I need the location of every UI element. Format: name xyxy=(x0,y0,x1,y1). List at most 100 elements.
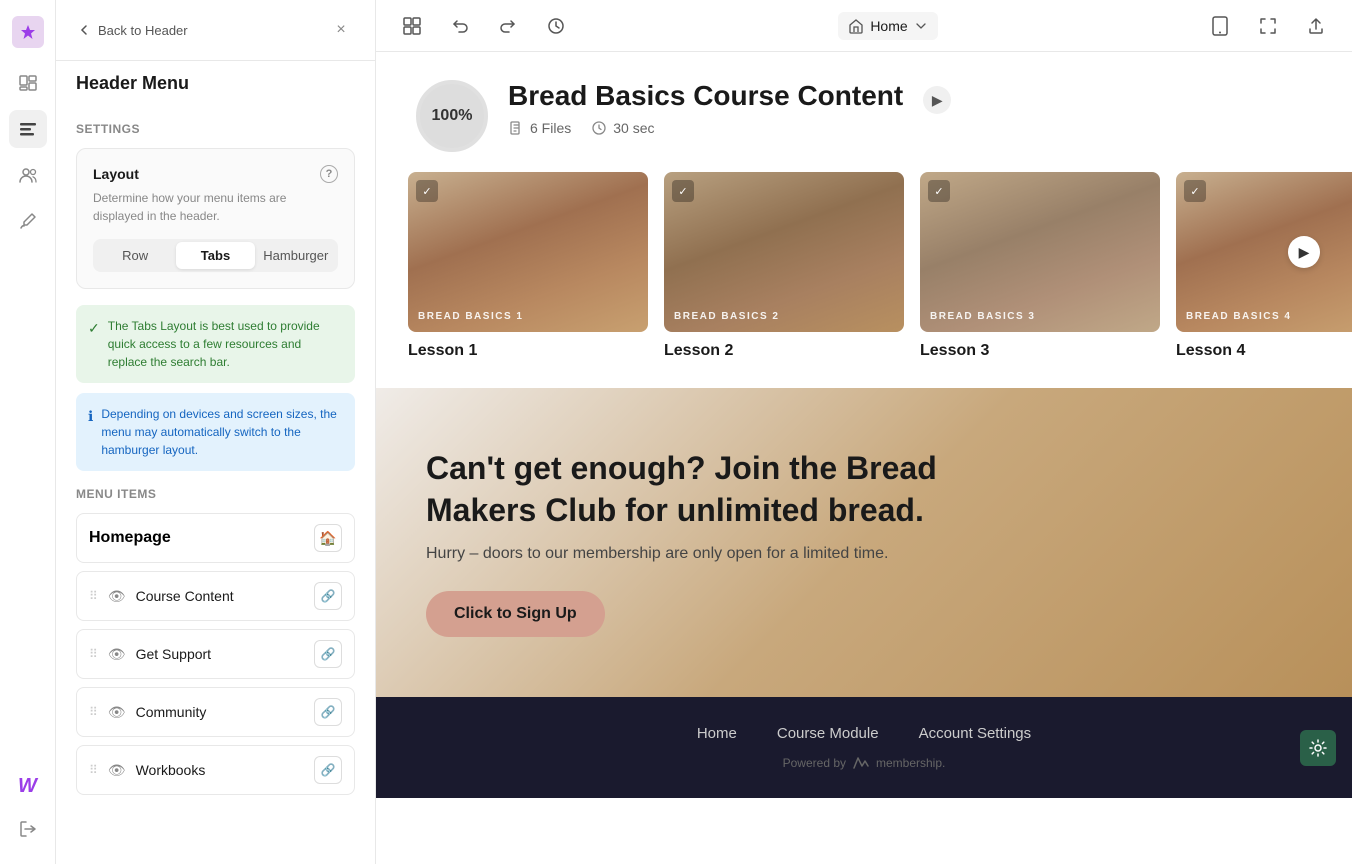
lesson-card-3[interactable]: BREAD BASICS 3 ✓ Lesson 3 xyxy=(920,172,1160,360)
toolbar-center: Home xyxy=(838,12,937,40)
footer-nav: Home Course Module Account Settings Powe… xyxy=(376,697,1352,798)
menu-item-community[interactable]: ⠿ 👁 Community 🔗 xyxy=(76,687,355,737)
cta-signup-button[interactable]: Click to Sign Up xyxy=(426,591,605,637)
layout-help-icon[interactable]: ? xyxy=(320,165,338,183)
course-meta: 6 Files 30 sec xyxy=(508,120,951,136)
lesson3-check: ✓ xyxy=(928,180,950,202)
course-content-label: Course Content xyxy=(136,588,304,604)
redo-button[interactable] xyxy=(492,10,524,42)
community-label: Community xyxy=(136,704,304,720)
back-button[interactable]: Back to Header xyxy=(76,22,188,38)
lesson2-thumb-label: BREAD BASICS 2 xyxy=(674,311,779,322)
panel-content: Settings Layout ? Determine how your men… xyxy=(56,106,375,864)
lesson1-check: ✓ xyxy=(416,180,438,202)
menu-item-homepage[interactable]: Homepage 🏠 xyxy=(76,513,355,563)
app-logo[interactable] xyxy=(12,16,44,48)
homepage-label: Homepage xyxy=(89,529,171,547)
menu-items-section: Menu Items Homepage 🏠 ⠿ 👁 Course Content… xyxy=(76,487,355,795)
main-toolbar: Home xyxy=(376,0,1352,52)
visibility-icon-support[interactable]: 👁 xyxy=(108,646,126,663)
logout-icon[interactable] xyxy=(9,810,47,848)
menu-item-get-support[interactable]: ⠿ 👁 Get Support 🔗 xyxy=(76,629,355,679)
menu-item-workbooks[interactable]: ⠿ 👁 Workbooks 🔗 xyxy=(76,745,355,795)
nav-users-icon[interactable] xyxy=(9,156,47,194)
workbooks-action-icon[interactable]: 🔗 xyxy=(314,756,342,784)
layout-switcher: Row Tabs Hamburger xyxy=(93,239,338,272)
visibility-icon-workbooks[interactable]: 👁 xyxy=(108,762,126,779)
layout-row-button[interactable]: Row xyxy=(96,242,174,269)
history-button[interactable] xyxy=(540,10,572,42)
files-meta: 6 Files xyxy=(508,120,571,136)
progress-circle: 100% xyxy=(416,80,488,152)
lesson-card-4[interactable]: BREAD BASICS 4 ✓ Lesson 4 xyxy=(1176,172,1352,360)
footer-course-module-link[interactable]: Course Module xyxy=(777,725,879,742)
share-button[interactable] xyxy=(1300,10,1332,42)
footer-account-settings-link[interactable]: Account Settings xyxy=(919,725,1032,742)
layout-hamburger-button[interactable]: Hamburger xyxy=(257,242,335,269)
lesson3-name: Lesson 3 xyxy=(920,342,1160,360)
course-header: 100% Bread Basics Course Content ▶ xyxy=(376,52,1352,172)
footer-settings-gear[interactable] xyxy=(1300,730,1336,766)
lesson4-check: ✓ xyxy=(1184,180,1206,202)
panel-header: Back to Header × xyxy=(56,0,375,61)
visibility-icon-community[interactable]: 👁 xyxy=(108,704,126,721)
nav-pages-icon[interactable] xyxy=(9,64,47,102)
toolbar-right xyxy=(1204,10,1332,42)
canvas-area[interactable]: 100% Bread Basics Course Content ▶ xyxy=(376,52,1352,864)
lesson-thumb-1: BREAD BASICS 1 ✓ xyxy=(408,172,648,332)
cta-banner: Can't get enough? Join the Bread Makers … xyxy=(376,388,1352,697)
course-next-button[interactable]: ▶ xyxy=(923,86,951,114)
panel-title: Header Menu xyxy=(56,61,375,106)
undo-button[interactable] xyxy=(444,10,476,42)
icon-sidebar: W xyxy=(0,0,56,864)
tabs-info-check-icon: ✓ xyxy=(88,318,100,339)
drag-handle-community: ⠿ xyxy=(89,705,98,719)
support-action-icon[interactable]: 🔗 xyxy=(314,640,342,668)
lesson-card-2[interactable]: BREAD BASICS 2 ✓ Lesson 2 xyxy=(664,172,904,360)
course-title: Bread Basics Course Content xyxy=(508,80,903,112)
lessons-next-arrow[interactable]: ▶ xyxy=(1288,236,1320,268)
lesson2-name: Lesson 2 xyxy=(664,342,904,360)
footer-home-link[interactable]: Home xyxy=(697,725,737,742)
lesson2-check: ✓ xyxy=(672,180,694,202)
workbooks-label: Workbooks xyxy=(136,762,304,778)
home-nav-button[interactable]: Home xyxy=(838,12,937,40)
footer-section: Home Course Module Account Settings Powe… xyxy=(376,697,1352,798)
canvas-content: 100% Bread Basics Course Content ▶ xyxy=(376,52,1352,864)
footer-powered-by: Powered by membership. xyxy=(416,756,1312,770)
course-action-icon[interactable]: 🔗 xyxy=(314,582,342,610)
nav-menu-icon[interactable] xyxy=(9,110,47,148)
footer-nav-links: Home Course Module Account Settings xyxy=(416,725,1312,742)
lesson4-thumb-label: BREAD BASICS 4 xyxy=(1186,311,1291,322)
layout-card-title: Layout ? xyxy=(93,165,338,183)
cta-subtext: Hurry – doors to our membership are only… xyxy=(426,545,1302,563)
menu-item-course-content[interactable]: ⠿ 👁 Course Content 🔗 xyxy=(76,571,355,621)
lesson4-name: Lesson 4 xyxy=(1176,342,1352,360)
visibility-icon-course[interactable]: 👁 xyxy=(108,588,126,605)
lessons-grid: BREAD BASICS 1 ✓ Lesson 1 BREAD BASICS 2 xyxy=(376,172,1352,388)
mobile-preview-button[interactable] xyxy=(1204,10,1236,42)
menu-items-label: Menu Items xyxy=(76,487,355,501)
cta-headline: Can't get enough? Join the Bread Makers … xyxy=(426,448,1026,531)
expand-button[interactable] xyxy=(1252,10,1284,42)
lesson-thumb-3: BREAD BASICS 3 ✓ xyxy=(920,172,1160,332)
lesson1-name: Lesson 1 xyxy=(408,342,648,360)
settings-panel: Back to Header × Header Menu Settings La… xyxy=(56,0,376,864)
close-panel-button[interactable]: × xyxy=(327,16,355,44)
get-support-label: Get Support xyxy=(136,646,304,662)
lessons-container: BREAD BASICS 1 ✓ Lesson 1 BREAD BASICS 2 xyxy=(376,172,1352,388)
layout-tabs-button[interactable]: Tabs xyxy=(176,242,254,269)
home-label: Home xyxy=(870,18,907,34)
lesson-thumb-4: BREAD BASICS 4 ✓ xyxy=(1176,172,1352,332)
layout-view-button[interactable] xyxy=(396,10,428,42)
homepage-action-icon[interactable]: 🏠 xyxy=(314,524,342,552)
lesson1-thumb-label: BREAD BASICS 1 xyxy=(418,311,523,322)
nav-brush-icon[interactable] xyxy=(9,202,47,240)
w-brand-logo: W xyxy=(12,770,44,802)
devices-info-box: ℹ Depending on devices and screen sizes,… xyxy=(76,393,355,471)
community-action-icon[interactable]: 🔗 xyxy=(314,698,342,726)
lesson3-thumb-label: BREAD BASICS 3 xyxy=(930,311,1035,322)
lesson-card-1[interactable]: BREAD BASICS 1 ✓ Lesson 1 xyxy=(408,172,648,360)
main-area: Home xyxy=(376,0,1352,864)
tabs-info-box: ✓ The Tabs Layout is best used to provid… xyxy=(76,305,355,383)
